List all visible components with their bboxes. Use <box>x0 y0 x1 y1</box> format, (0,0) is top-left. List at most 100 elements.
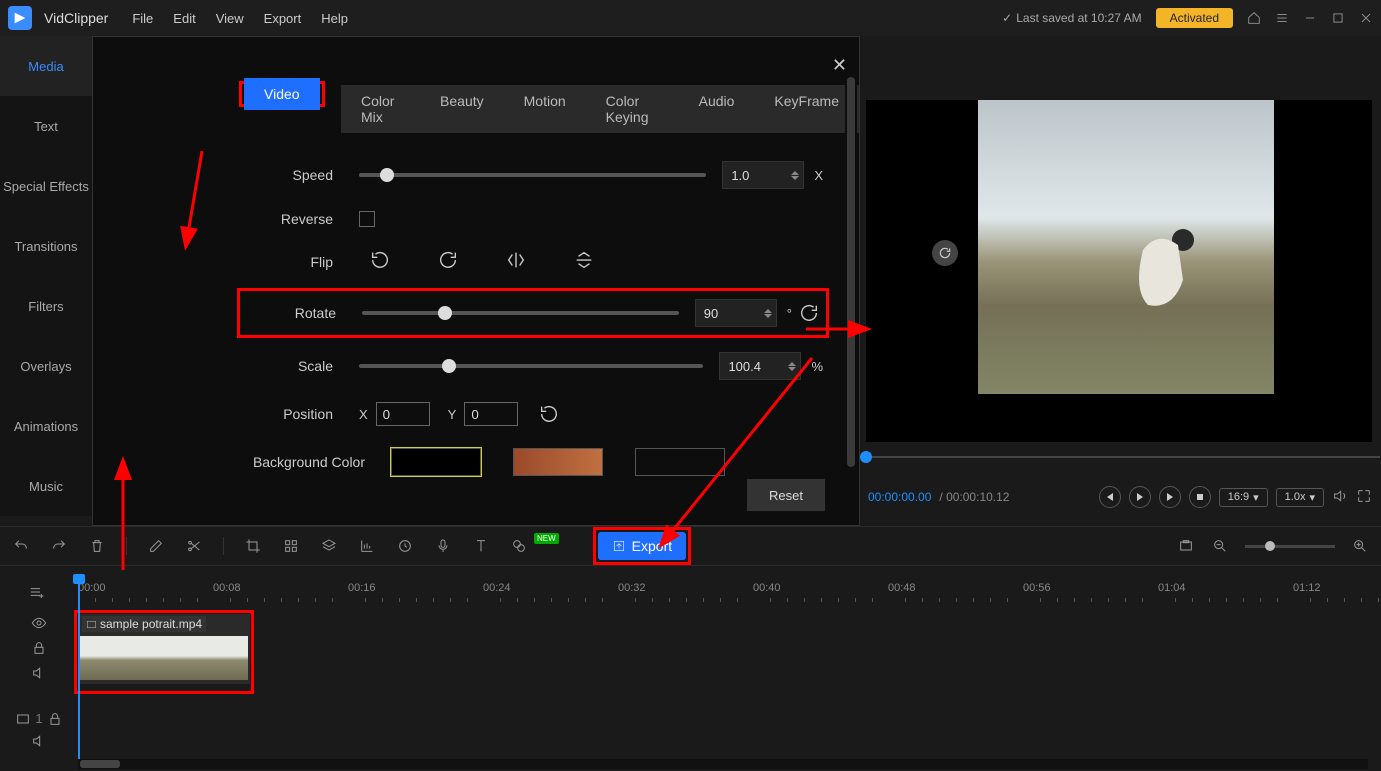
tab-audio[interactable]: Audio <box>679 85 755 133</box>
rotate-value: 90 <box>704 306 718 321</box>
delete-icon[interactable] <box>88 537 106 555</box>
speed-slider[interactable] <box>359 173 706 177</box>
panel-scrollbar[interactable] <box>845 77 857 477</box>
flip-horizontal-icon[interactable] <box>505 249 527 274</box>
mute-icon[interactable] <box>31 733 47 752</box>
ruler-tick: 00:16 <box>348 582 376 594</box>
zoom-slider[interactable] <box>1245 545 1335 548</box>
export-button[interactable]: Export <box>598 532 686 560</box>
timeline-clip[interactable]: sample potrait.mp4 <box>78 614 250 684</box>
tab-colorkeying[interactable]: Color Keying <box>586 85 679 133</box>
playback-speed-select[interactable]: 1.0x▾ <box>1276 488 1324 507</box>
close-icon[interactable] <box>1359 11 1373 25</box>
tab-colormix[interactable]: Color Mix <box>341 85 420 133</box>
prev-frame-icon[interactable] <box>1099 486 1121 508</box>
activated-badge[interactable]: Activated <box>1156 8 1233 28</box>
menu-view[interactable]: View <box>216 11 244 26</box>
sidebar-item-filters[interactable]: Filters <box>0 276 92 336</box>
play-icon[interactable] <box>1129 486 1151 508</box>
aspect-ratio-select[interactable]: 16:9▾ <box>1219 488 1268 507</box>
app-title: VidClipper <box>44 10 108 26</box>
row-rotate: Rotate 90 ° <box>237 288 829 338</box>
playhead-cursor[interactable] <box>78 580 80 760</box>
rotate-input[interactable]: 90 <box>695 299 777 327</box>
zoom-in-icon[interactable] <box>1351 537 1369 555</box>
eye-icon[interactable] <box>31 615 47 634</box>
lock-icon[interactable] <box>47 711 63 727</box>
screenshot-icon[interactable] <box>1177 537 1195 555</box>
new-badge: NEW <box>534 533 559 544</box>
volume-icon[interactable] <box>1332 488 1348 507</box>
position-reset-icon[interactable] <box>538 403 560 425</box>
menu-file[interactable]: File <box>132 11 153 26</box>
position-y-input[interactable] <box>464 402 518 426</box>
annotation-highlight-export: Export <box>593 527 691 565</box>
minimize-icon[interactable] <box>1303 11 1317 25</box>
sidebar-item-transitions[interactable]: Transitions <box>0 216 92 276</box>
track2-head: 1 <box>6 696 72 766</box>
clip-name: sample potrait.mp4 <box>100 617 202 631</box>
layers-icon[interactable] <box>320 537 338 555</box>
hamburger-icon[interactable] <box>1275 11 1289 25</box>
undo-icon[interactable] <box>12 537 30 555</box>
next-frame-icon[interactable] <box>1159 486 1181 508</box>
panel-close-icon[interactable]: ✕ <box>832 55 847 76</box>
bgcolor-swatch-empty[interactable] <box>635 448 725 476</box>
crop-icon[interactable] <box>244 537 262 555</box>
time-ruler[interactable]: 00:0000:0800:1600:2400:3200:4000:4800:56… <box>78 582 1368 604</box>
reverse-checkbox[interactable] <box>359 211 375 227</box>
tab-keyframe[interactable]: KeyFrame <box>754 85 859 133</box>
preview-canvas[interactable] <box>866 100 1372 442</box>
scale-slider[interactable] <box>359 364 703 368</box>
text-icon[interactable] <box>472 537 490 555</box>
edit-icon[interactable] <box>147 537 165 555</box>
mute-icon[interactable] <box>31 665 47 684</box>
rotate-slider[interactable] <box>362 311 679 315</box>
add-track-icon[interactable] <box>28 584 44 603</box>
track1-head <box>6 614 72 684</box>
split-icon[interactable] <box>185 537 203 555</box>
sidebar-item-special-effects[interactable]: Special Effects <box>0 156 92 216</box>
tab-video[interactable]: Video <box>244 78 320 110</box>
rotate-ccw-icon[interactable] <box>369 249 391 274</box>
menu-edit[interactable]: Edit <box>173 11 195 26</box>
tab-beauty[interactable]: Beauty <box>420 85 504 133</box>
redo-icon[interactable] <box>50 537 68 555</box>
sidebar-item-text[interactable]: Text <box>0 96 92 156</box>
clock-icon[interactable] <box>396 537 414 555</box>
bgcolor-swatch-gradient[interactable] <box>513 448 603 476</box>
sidebar-item-animations[interactable]: Animations <box>0 396 92 456</box>
sidebar-item-music[interactable]: Music <box>0 456 92 516</box>
flip-vertical-icon[interactable] <box>573 249 595 274</box>
menu-help[interactable]: Help <box>321 11 348 26</box>
menu-export[interactable]: Export <box>264 11 302 26</box>
lock-icon[interactable] <box>31 640 47 659</box>
titlebar: VidClipper File Edit View Export Help ✓ … <box>0 0 1381 36</box>
speed-input[interactable]: 1.0 <box>722 161 804 189</box>
zoom-out-icon[interactable] <box>1211 537 1229 555</box>
chart-icon[interactable] <box>358 537 376 555</box>
fullscreen-icon[interactable] <box>1356 488 1372 507</box>
timeline-scrollbar[interactable] <box>78 759 1368 769</box>
mic-icon[interactable] <box>434 537 452 555</box>
audio-track[interactable] <box>78 698 1368 768</box>
tab-motion[interactable]: Motion <box>504 85 586 133</box>
maximize-icon[interactable] <box>1331 11 1345 25</box>
refresh-icon[interactable] <box>932 240 958 266</box>
rotate-cw-icon[interactable] <box>437 249 459 274</box>
video-track[interactable]: sample potrait.mp4 <box>78 614 1368 684</box>
home-icon[interactable] <box>1247 11 1261 25</box>
position-x-input[interactable] <box>376 402 430 426</box>
rotate-reset-icon[interactable] <box>798 302 820 324</box>
scale-input[interactable]: 100.4 <box>719 352 801 380</box>
preview-timeline[interactable] <box>860 456 1380 458</box>
effects-icon[interactable] <box>510 537 528 555</box>
stop-icon[interactable] <box>1189 486 1211 508</box>
sidebar-item-overlays[interactable]: Overlays <box>0 336 92 396</box>
time-current: 00:00:00.00 <box>868 490 931 504</box>
check-icon: ✓ <box>1002 11 1012 25</box>
bgcolor-swatch-black[interactable] <box>391 448 481 476</box>
sidebar-item-media[interactable]: Media <box>0 36 92 96</box>
mosaic-icon[interactable] <box>282 537 300 555</box>
reset-button[interactable]: Reset <box>747 479 825 511</box>
